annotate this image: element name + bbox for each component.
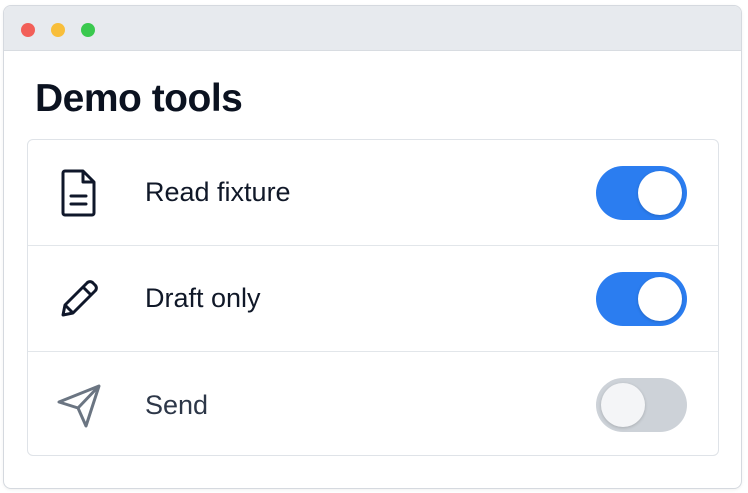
maximize-window-button[interactable] (81, 23, 95, 37)
toggle-knob (601, 383, 645, 427)
tools-list: Read fixture Draft only Send (27, 139, 719, 456)
pencil-icon (54, 274, 104, 324)
tool-row-read-fixture: Read fixture (28, 140, 718, 246)
toggle-knob (638, 171, 682, 215)
tool-label: Read fixture (145, 177, 291, 207)
app-window: Demo tools Read fixture Draft only Send (3, 5, 742, 489)
minimize-window-button[interactable] (51, 23, 65, 37)
tool-row-send: Send (28, 352, 718, 455)
document-icon (54, 168, 104, 218)
send-toggle[interactable] (596, 378, 687, 432)
paper-plane-icon (54, 380, 104, 430)
tool-row-draft-only: Draft only (28, 246, 718, 352)
close-window-button[interactable] (21, 23, 35, 37)
tool-label: Draft only (145, 283, 261, 313)
title-bar (4, 6, 741, 51)
draft-only-toggle[interactable] (596, 272, 687, 326)
tool-label: Send (145, 389, 209, 420)
page-title: Demo tools (35, 77, 243, 120)
toggle-knob (638, 277, 682, 321)
read-fixture-toggle[interactable] (596, 166, 687, 220)
